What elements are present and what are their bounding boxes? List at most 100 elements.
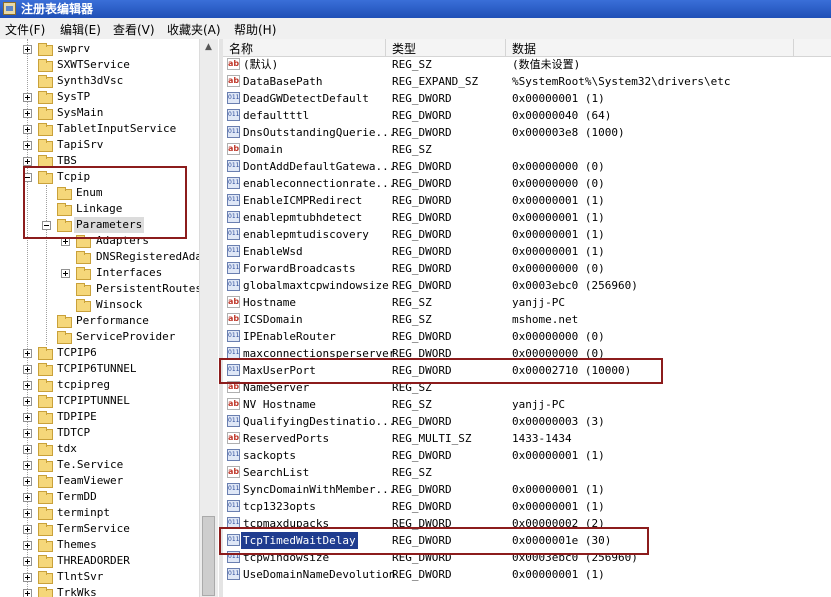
value-row[interactable]: ab DataBasePath REG_EXPAND_SZ %SystemRoot%\… [223,73,831,90]
value-row[interactable]: ab ICSDomain REG_SZ mshome.net [223,311,831,328]
expand-icon[interactable] [23,477,32,486]
column-header-name[interactable]: 名称 [229,40,253,57]
value-row[interactable]: 011 UseDomainNameDevolution REG_DWORD 0x000… [223,566,831,583]
value-row[interactable]: 011 defaultttl REG_DWORD 0x00000040 (64) [223,107,831,124]
value-row[interactable]: ab SearchList REG_SZ [223,464,831,481]
value-data: 0x00000001 (1) [512,211,605,224]
scrollbar-thumb[interactable] [202,516,215,596]
value-type: REG_SZ [392,296,432,309]
expand-icon[interactable] [23,109,32,118]
expand-icon[interactable] [23,429,32,438]
value-row[interactable]: ab ReservedPorts REG_MULTI_SZ 1433-1434 [223,430,831,447]
tree-item[interactable]: THREADORDER [0,553,199,569]
expand-icon[interactable] [23,157,32,166]
tree-item[interactable]: TlntSvr [0,569,199,585]
value-name: DnsOutstandingQuerie... [243,126,396,139]
tree-item[interactable]: TermDD [0,489,199,505]
tree-item[interactable]: Themes [0,537,199,553]
value-row[interactable]: 011 DnsOutstandingQuerie... REG_DWORD 0x000… [223,124,831,141]
tree-item[interactable]: swprv [0,41,199,57]
expand-icon[interactable] [23,509,32,518]
expand-icon[interactable] [23,541,32,550]
value-row[interactable]: 011 tcp1323opts REG_DWORD 0x00000001 (1) [223,498,831,515]
expand-icon[interactable] [23,125,32,134]
value-data: 1433-1434 [512,432,572,445]
value-row[interactable]: ab (默认) REG_SZ (数值未设置) [223,56,831,73]
tree-item[interactable]: ServiceProvider [0,329,199,345]
expand-icon[interactable] [23,525,32,534]
tree-item[interactable]: Synth3dVsc [0,73,199,89]
value-row[interactable]: ab Hostname REG_SZ yanjj-PC [223,294,831,311]
value-row[interactable]: 011 ForwardBroadcasts REG_DWORD 0x00000000 … [223,260,831,277]
expand-icon[interactable] [23,397,32,406]
tree-scrollbar[interactable]: ▲ [199,39,218,597]
value-row[interactable]: 011 IPEnableRouter REG_DWORD 0x00000000 (0) [223,328,831,345]
expand-icon[interactable] [23,93,32,102]
tree-item[interactable]: TDPIPE [0,409,199,425]
tree-item[interactable]: TeamViewer [0,473,199,489]
tree-item[interactable]: Performance [0,313,199,329]
expand-icon[interactable] [23,413,32,422]
tree-item[interactable]: TapiSrv [0,137,199,153]
expand-icon[interactable] [23,381,32,390]
tree-item[interactable]: Winsock [0,297,199,313]
tree-item[interactable]: SysTP [0,89,199,105]
value-row[interactable]: ab Domain REG_SZ [223,141,831,158]
column-header-data[interactable]: 数据 [512,40,536,57]
value-row[interactable]: 011 SyncDomainWithMember... REG_DWORD 0x000… [223,481,831,498]
tree-item[interactable]: PersistentRoutes [0,281,202,297]
value-row[interactable]: 011 DontAddDefaultGatewa... REG_DWORD 0x000… [223,158,831,175]
value-row[interactable]: 011 enablepmtudiscovery REG_DWORD 0x0000000… [223,226,831,243]
expand-icon[interactable] [23,141,32,150]
scroll-up-arrow-icon[interactable]: ▲ [202,41,215,54]
binary-value-icon: 011 [227,262,240,274]
value-row[interactable]: 011 sackopts REG_DWORD 0x00000001 (1) [223,447,831,464]
binary-value-icon: 011 [227,160,240,172]
tree-item[interactable]: TCPIPTUNNEL [0,393,199,409]
folder-icon [38,139,53,152]
menu-help[interactable]: 帮助(H) [234,21,276,38]
tree-item[interactable]: TrkWks [0,585,199,597]
value-row[interactable]: 011 enablepmtubhdetect REG_DWORD 0x00000001… [223,209,831,226]
value-row[interactable]: 011 DeadGWDetectDefault REG_DWORD 0x0000000… [223,90,831,107]
tree-item[interactable]: tcpipreg [0,377,199,393]
tree-item[interactable]: Interfaces [0,265,199,281]
value-row[interactable]: ab NV Hostname REG_SZ yanjj-PC [223,396,831,413]
value-row[interactable]: 011 globalmaxtcpwindowsize REG_DWORD 0x0003… [223,277,831,294]
expand-icon[interactable] [23,573,32,582]
value-data: 0x0003ebc0 (256960) [512,279,638,292]
tree-item[interactable]: terminpt [0,505,199,521]
value-type: REG_DWORD [392,568,452,581]
value-row[interactable]: 011 EnableICMPRedirect REG_DWORD 0x00000001… [223,192,831,209]
value-row[interactable]: 011 EnableWsd REG_DWORD 0x00000001 (1) [223,243,831,260]
tree-item[interactable]: SysMain [0,105,199,121]
folder-icon [38,459,53,472]
menu-view[interactable]: 查看(V) [113,21,155,38]
expand-icon[interactable] [23,349,32,358]
tree-item[interactable]: TermService [0,521,199,537]
tree-item[interactable]: Te.Service [0,457,199,473]
expand-icon[interactable] [23,365,32,374]
tree-item[interactable]: TDTCP [0,425,199,441]
menu-file[interactable]: 文件(F) [5,21,45,38]
tree-item[interactable]: TCPIP6 [0,345,199,361]
expand-icon[interactable] [23,589,32,597]
key-tree[interactable]: swprv SXWTService Synth3dVsc SysTP SysMain Ta… [0,39,219,597]
tree-item[interactable]: TCPIP6TUNNEL [0,361,199,377]
tree-item[interactable]: TabletInputService [0,121,199,137]
tree-item[interactable]: tdx [0,441,199,457]
expand-icon[interactable] [23,445,32,454]
menu-edit[interactable]: 编辑(E) [60,21,101,38]
expand-icon[interactable] [23,45,32,54]
column-header-type[interactable]: 类型 [392,40,416,57]
tree-item[interactable]: SXWTService [0,57,199,73]
expand-icon[interactable] [23,557,32,566]
menu-bar: 文件(F) 编辑(E) 查看(V) 收藏夹(A) 帮助(H) [0,18,831,40]
expand-icon[interactable] [61,269,70,278]
expand-icon[interactable] [23,461,32,470]
menu-favorites[interactable]: 收藏夹(A) [167,21,221,38]
value-row[interactable]: 011 QualifyingDestinatio... REG_DWORD 0x000… [223,413,831,430]
tree-item[interactable]: DNSRegisteredAdap [0,249,209,265]
value-row[interactable]: 011 enableconnectionrate... REG_DWORD 0x000… [223,175,831,192]
expand-icon[interactable] [23,493,32,502]
